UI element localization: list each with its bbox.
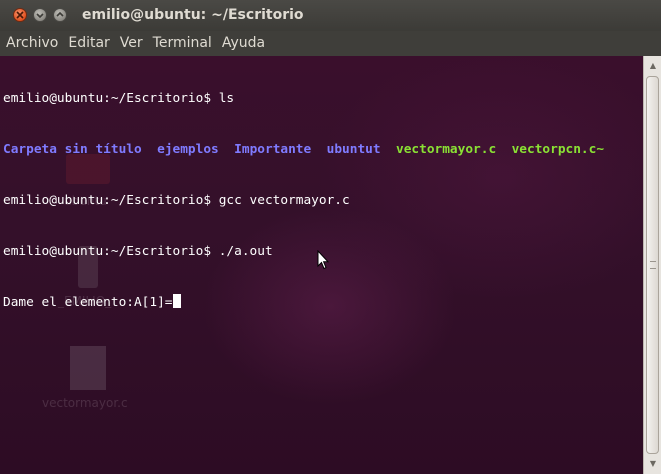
close-icon [16, 11, 24, 19]
minimize-icon [36, 13, 44, 19]
terminal-window: emilio@ubuntu: ~/Escritorio Archivo Edit… [0, 0, 661, 474]
directory-entry: ubuntut [326, 142, 381, 157]
close-window-button[interactable] [13, 8, 27, 22]
terminal-area[interactable]: ubuntu _EMILIO_ vectormayor.c emilio@ubu… [0, 56, 643, 474]
file-entry: vectormayor.c [396, 142, 497, 157]
scroll-down-icon[interactable]: ▼ [647, 458, 659, 470]
program-output: Dame el elemento:A[1]= [3, 295, 173, 310]
terminal-line: emilio@ubuntu:~/Escritorio$ ls [3, 91, 235, 106]
menu-ver[interactable]: Ver [114, 31, 147, 56]
menu-ayuda[interactable]: Ayuda [216, 31, 269, 56]
menu-archivo[interactable]: Archivo [0, 31, 62, 56]
maximize-icon [56, 11, 64, 17]
mouse-pointer-icon [317, 250, 329, 270]
vertical-scrollbar[interactable]: ▲ ▼ [643, 56, 661, 474]
scrollbar-grip-icon [650, 261, 656, 269]
terminal-line: emilio@ubuntu:~/Escritorio$ gcc vectorma… [3, 193, 350, 208]
desktop-doc-ghost [70, 346, 106, 390]
scroll-up-icon[interactable]: ▲ [647, 60, 659, 72]
menu-bar: Archivo Editar Ver Terminal Ayuda [0, 31, 661, 56]
terminal-output: emilio@ubuntu:~/Escritorio$ ls Carpeta s… [3, 56, 604, 345]
scrollbar-thumb[interactable] [646, 76, 659, 454]
title-bar[interactable]: emilio@ubuntu: ~/Escritorio [0, 0, 661, 32]
terminal-line: emilio@ubuntu:~/Escritorio$ ./a.out [3, 244, 273, 259]
window-title: emilio@ubuntu: ~/Escritorio [82, 7, 304, 23]
terminal-input-line: Dame el elemento:A[1]= [3, 294, 604, 311]
directory-entry: ejemplos [157, 142, 219, 157]
file-entry: vectorpcn.c~ [511, 142, 605, 157]
directory-entry: Importante [234, 142, 312, 157]
text-cursor [172, 294, 181, 308]
minimize-window-button[interactable] [33, 8, 47, 22]
menu-terminal[interactable]: Terminal [147, 31, 216, 56]
ls-output-line: Carpeta sin título ejemplos Importante u… [3, 141, 604, 158]
directory-entry: Carpeta sin título [3, 142, 142, 157]
maximize-window-button[interactable] [53, 8, 67, 22]
desktop-doc-label: vectormayor.c [42, 396, 128, 410]
menu-editar[interactable]: Editar [62, 31, 113, 56]
